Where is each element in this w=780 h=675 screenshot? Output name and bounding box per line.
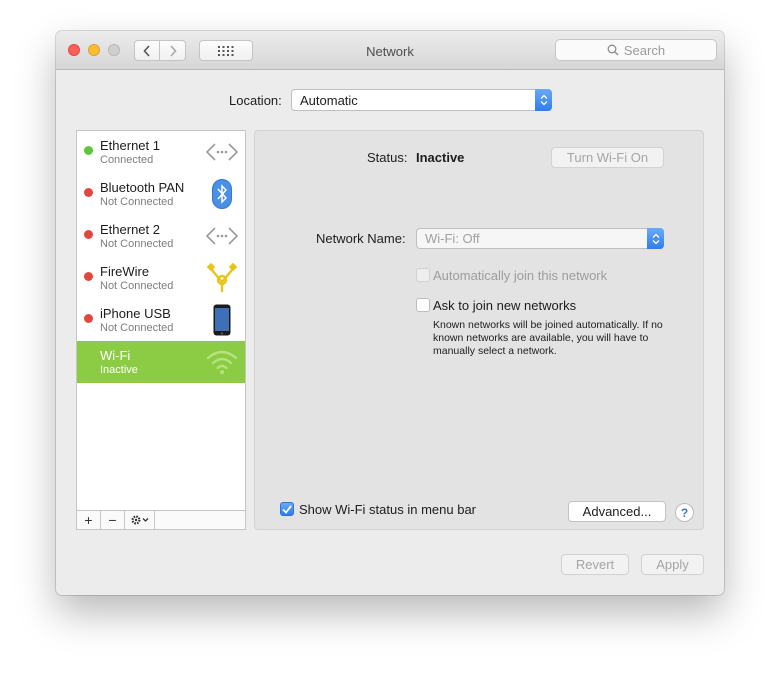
service-item-ethernet-1[interactable]: Ethernet 1 Connected	[77, 131, 245, 173]
wifi-icon	[205, 346, 239, 378]
advanced-button[interactable]: Advanced...	[568, 501, 666, 522]
service-name: Bluetooth PAN	[100, 180, 185, 195]
add-service-button[interactable]: +	[77, 511, 101, 529]
updown-arrows-icon	[647, 228, 664, 249]
show-status-checkbox[interactable]	[280, 502, 294, 516]
action-menu-button[interactable]	[125, 511, 155, 529]
service-item-iphone-usb[interactable]: iPhone USB Not Connected	[77, 299, 245, 341]
updown-arrows-icon	[535, 89, 552, 111]
location-label: Location:	[229, 93, 282, 108]
service-name: Wi-Fi	[100, 348, 131, 363]
service-status: Not Connected	[100, 322, 174, 334]
service-status: Not Connected	[100, 196, 174, 208]
service-list: Ethernet 1 Connected Bluetooth PAN Not C…	[76, 130, 246, 530]
apply-button[interactable]: Apply	[641, 554, 704, 575]
auto-join-checkbox[interactable]	[416, 268, 430, 282]
service-name: Ethernet 1	[100, 138, 160, 153]
service-name: iPhone USB	[100, 306, 171, 321]
ask-join-checkbox[interactable]	[416, 298, 430, 312]
service-status: Connected	[100, 154, 154, 166]
service-item-firewire[interactable]: FireWire Not Connected	[77, 257, 245, 299]
service-name: Ethernet 2	[100, 222, 160, 237]
location-value: Automatic	[300, 92, 358, 108]
network-name-value: Wi-Fi: Off	[425, 231, 480, 246]
search-placeholder: Search	[623, 42, 666, 58]
iphone-icon	[205, 304, 239, 336]
auto-join-label: Automatically join this network	[433, 268, 608, 283]
status-dot	[84, 188, 93, 197]
gear-icon	[130, 515, 148, 525]
revert-button[interactable]: Revert	[561, 554, 629, 575]
show-status-label: Show Wi-Fi status in menu bar	[299, 502, 477, 517]
ethernet-icon	[205, 220, 239, 252]
status-dot	[84, 146, 93, 155]
title-bar: Network Search	[56, 31, 724, 70]
service-name: FireWire	[100, 264, 150, 279]
service-status: Inactive	[100, 364, 138, 376]
search-field[interactable]: Search	[555, 39, 717, 61]
ethernet-icon	[205, 136, 239, 168]
remove-service-button[interactable]: −	[101, 511, 125, 529]
service-item-wi-fi[interactable]: Wi-Fi Inactive	[77, 341, 245, 383]
status-value: Inactive	[416, 150, 465, 165]
firewire-icon	[205, 262, 239, 294]
location-select[interactable]: Automatic	[291, 89, 552, 111]
turn-wifi-on-button[interactable]: Turn Wi-Fi On	[551, 147, 664, 168]
network-preferences-window: Network Search Location: Automatic Ether…	[56, 31, 724, 595]
status-dot	[84, 230, 93, 239]
service-status: Not Connected	[100, 280, 174, 292]
search-icon	[607, 44, 619, 56]
service-item-bluetooth-pan[interactable]: Bluetooth PAN Not Connected	[77, 173, 245, 215]
wifi-detail-panel: Status: Inactive Turn Wi-Fi On Network N…	[254, 130, 704, 530]
service-item-ethernet-2[interactable]: Ethernet 2 Not Connected	[77, 215, 245, 257]
bluetooth-icon	[205, 178, 239, 210]
checkmark-icon	[282, 504, 292, 514]
service-status: Not Connected	[100, 238, 174, 250]
ask-join-help-text: Known networks will be joined automatica…	[433, 319, 663, 357]
status-dot	[84, 272, 93, 281]
help-button[interactable]: ?	[675, 503, 694, 522]
service-list-toolbar: + −	[77, 510, 245, 529]
network-name-select[interactable]: Wi-Fi: Off	[416, 228, 664, 249]
ask-join-label: Ask to join new networks	[433, 298, 577, 313]
network-name-label: Network Name:	[316, 231, 406, 246]
status-dot	[84, 314, 93, 323]
status-label: Status:	[367, 150, 408, 165]
